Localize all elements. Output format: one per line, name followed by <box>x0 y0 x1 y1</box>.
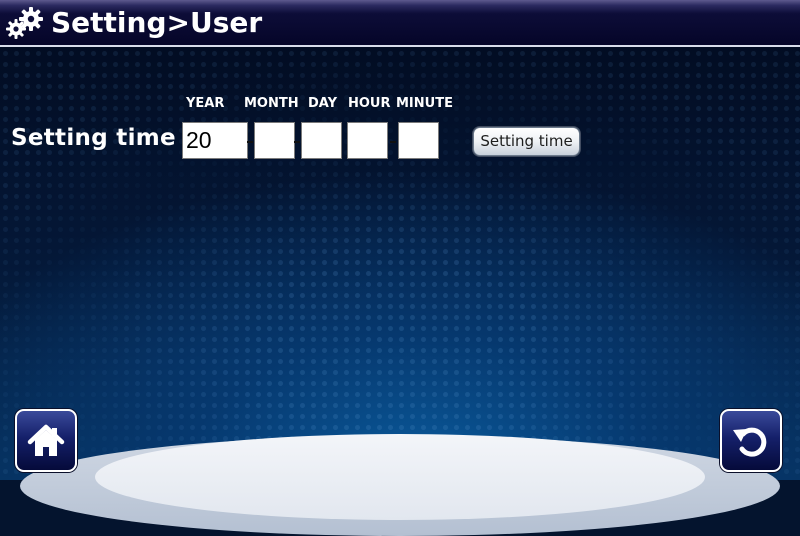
year-field[interactable] <box>182 122 248 159</box>
date-separator <box>294 141 300 143</box>
setting-time-label: Setting time <box>11 125 176 151</box>
hour-column-label: HOUR <box>348 96 391 111</box>
home-button[interactable] <box>15 409 77 472</box>
date-separator <box>247 141 253 143</box>
day-column-label: DAY <box>308 96 338 111</box>
day-field[interactable] <box>301 122 342 159</box>
hour-field[interactable] <box>347 122 388 159</box>
time-separator <box>390 141 396 143</box>
month-field[interactable] <box>254 122 295 159</box>
minute-field[interactable] <box>398 122 439 159</box>
back-arrow-icon <box>733 427 767 457</box>
minute-column-label: MINUTE <box>396 96 453 111</box>
gears-icon <box>6 7 43 39</box>
floor-stage-inner <box>95 434 705 520</box>
month-column-label: MONTH <box>244 96 299 111</box>
setting-time-button[interactable]: Setting time <box>473 127 580 156</box>
back-button[interactable] <box>720 409 782 472</box>
home-icon <box>27 424 65 456</box>
page-title: Setting>User <box>51 6 263 39</box>
year-column-label: YEAR <box>186 96 225 111</box>
title-bar: Setting>User <box>0 0 800 47</box>
